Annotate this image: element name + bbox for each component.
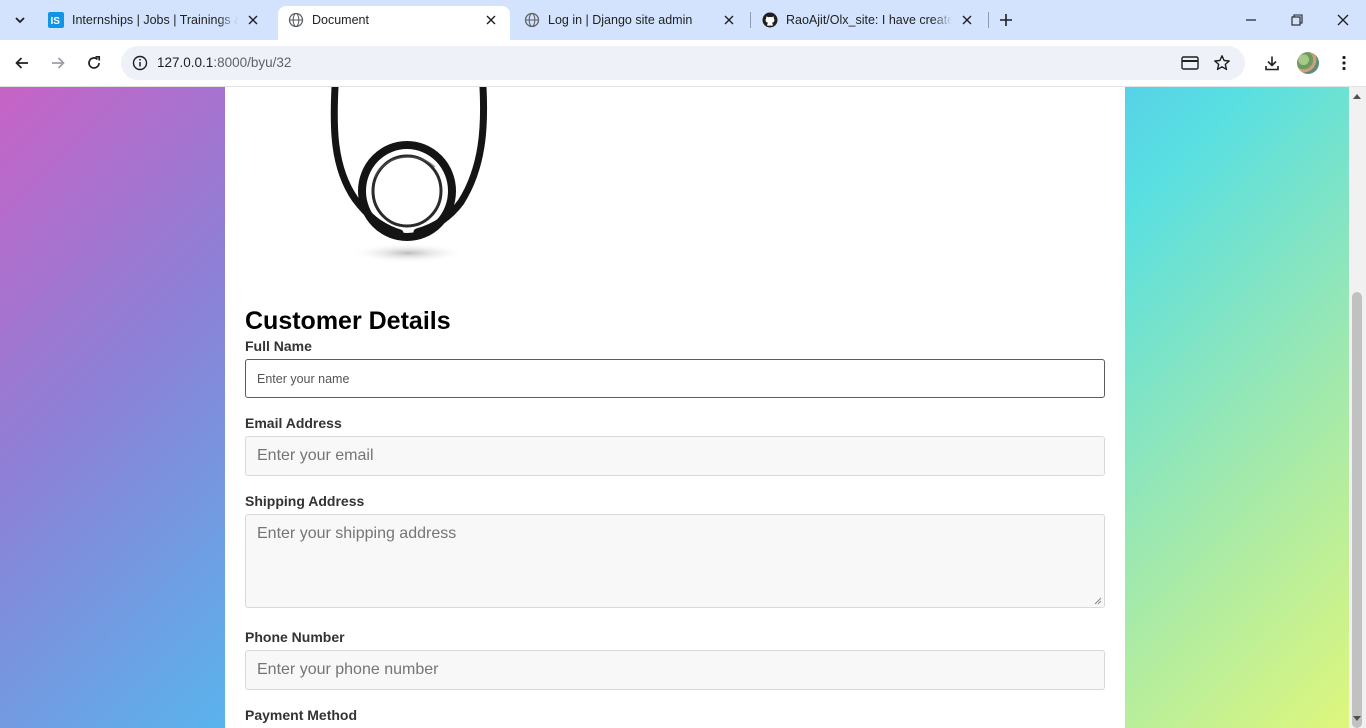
email-input[interactable]: Enter your email [245, 436, 1105, 476]
email-label: Email Address [245, 415, 342, 431]
kebab-menu-icon [1342, 55, 1346, 71]
arrow-right-icon [52, 57, 65, 69]
minimize-icon [1246, 19, 1256, 21]
resize-grip-icon[interactable] [1094, 597, 1102, 605]
full-name-input[interactable]: Enter your name [245, 359, 1105, 398]
github-icon [762, 12, 778, 28]
internshala-icon: IS [48, 12, 64, 28]
scroll-thumb[interactable] [1352, 292, 1362, 728]
close-tab-icon[interactable] [244, 11, 262, 29]
tab-separator [988, 12, 989, 28]
browser-toolbar: 127.0.0.1:8000/byu/32 [0, 40, 1366, 87]
page-background: Customer Details Full Name Enter your na… [0, 87, 1366, 728]
restore-icon [1291, 14, 1303, 26]
payment-method-label: Payment Method [245, 707, 358, 723]
close-tab-icon[interactable] [482, 11, 500, 29]
restore-button[interactable] [1274, 0, 1320, 40]
site-info-icon[interactable] [127, 50, 153, 76]
svg-text:IS: IS [51, 16, 61, 27]
new-tab-button[interactable] [994, 8, 1018, 32]
tab-search-button[interactable] [8, 8, 32, 32]
phone-input[interactable]: Enter your phone number [245, 650, 1105, 690]
tab-github[interactable]: RaoAjit/Olx_site: I have created this [754, 6, 984, 34]
tab-django-admin[interactable]: Log in | Django site admin [516, 6, 746, 34]
downloads-button[interactable] [1258, 49, 1286, 77]
url-text[interactable]: 127.0.0.1:8000/byu/32 [157, 55, 291, 70]
reload-button[interactable] [80, 49, 108, 77]
product-image [330, 87, 488, 263]
arrow-left-icon [15, 57, 28, 69]
full-name-label: Full Name [245, 338, 312, 354]
globe-icon [288, 12, 304, 28]
close-tab-icon[interactable] [958, 11, 976, 29]
download-icon [1265, 56, 1279, 71]
shipping-address-textarea[interactable]: Enter your shipping address [245, 514, 1105, 608]
shipping-address-label: Shipping Address [245, 493, 365, 509]
section-title: Customer Details [245, 307, 451, 335]
phone-label: Phone Number [245, 629, 345, 645]
close-window-button[interactable] [1320, 0, 1366, 40]
full-name-placeholder: Enter your name [257, 371, 350, 386]
back-button[interactable] [8, 49, 36, 77]
phone-placeholder: Enter your phone number [257, 661, 439, 678]
tab-separator [750, 12, 751, 28]
menu-button[interactable] [1330, 49, 1358, 77]
tab-document[interactable]: Document [278, 6, 510, 40]
order-card: Customer Details Full Name Enter your na… [225, 87, 1125, 728]
tab-title: Document [312, 13, 369, 27]
tab-strip: IS Internships | Jobs | Trainings & Cour… [0, 0, 1366, 40]
minimize-button[interactable] [1228, 0, 1274, 40]
scroll-up-icon[interactable] [1352, 91, 1362, 101]
email-placeholder: Enter your email [257, 447, 374, 464]
tab-title: Log in | Django site admin [548, 13, 693, 27]
address-bar[interactable]: 127.0.0.1:8000/byu/32 [121, 46, 1245, 80]
globe-icon [524, 12, 540, 28]
page-scrollbar[interactable] [1349, 87, 1366, 728]
shipping-address-placeholder: Enter your shipping address [257, 525, 457, 542]
close-icon [1337, 14, 1349, 26]
forward-button[interactable] [44, 49, 72, 77]
plus-icon [1000, 14, 1012, 26]
chevron-down-icon [15, 17, 25, 24]
card-icon[interactable] [1178, 51, 1202, 75]
reload-icon [88, 55, 101, 69]
tab-title: Internships | Jobs | Trainings & Courses [72, 13, 238, 27]
close-tab-icon[interactable] [720, 11, 738, 29]
star-icon[interactable] [1210, 51, 1234, 75]
profile-avatar[interactable] [1297, 52, 1319, 74]
scroll-down-icon[interactable] [1352, 714, 1362, 724]
tab-title: RaoAjit/Olx_site: I have created this [786, 13, 952, 27]
tab-internshala[interactable]: IS Internships | Jobs | Trainings & Cour… [40, 6, 270, 34]
